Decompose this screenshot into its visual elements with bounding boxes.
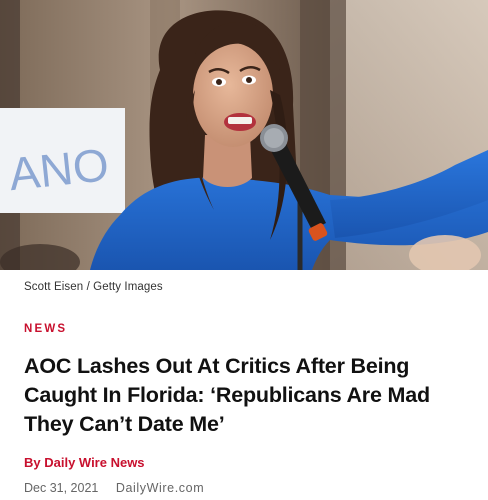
photo-illustration: ANO (0, 0, 488, 270)
article-card: ANO Scott Eisen / Getty Images NEWS AOC … (0, 0, 488, 500)
byline[interactable]: By Daily Wire News (24, 455, 145, 470)
article-photo[interactable]: ANO (0, 0, 488, 270)
protest-sign: ANO (0, 108, 125, 213)
sign-text: ANO (7, 138, 112, 200)
publish-date: Dec 31, 2021 (24, 481, 99, 495)
source-site[interactable]: DailyWire.com (116, 481, 204, 495)
article-meta: Dec 31, 2021 DailyWire.com (24, 481, 204, 495)
photo-credit: Scott Eisen / Getty Images (24, 281, 163, 293)
category-label[interactable]: NEWS (24, 323, 67, 335)
headline[interactable]: AOC Lashes Out At Critics After Being Ca… (24, 352, 464, 439)
